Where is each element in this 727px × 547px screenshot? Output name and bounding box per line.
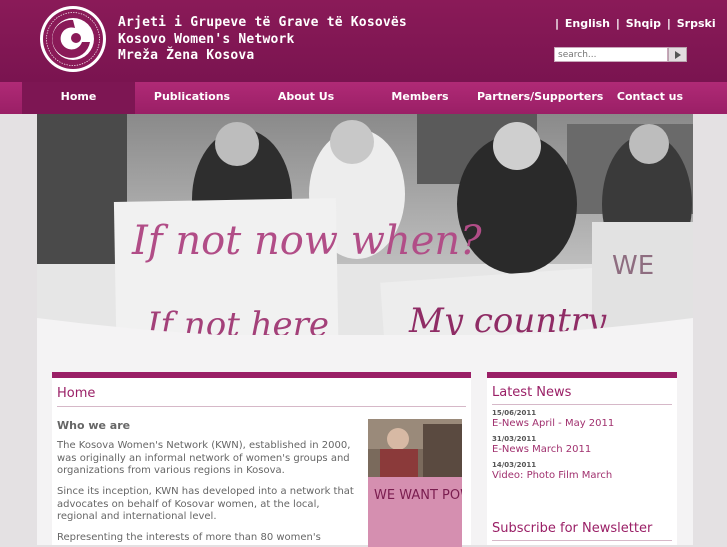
news-link[interactable]: E-News April - May 2011 bbox=[492, 418, 614, 429]
news-date: 15/06/2011 bbox=[492, 409, 537, 417]
news-link[interactable]: Video: Photo Film March bbox=[492, 470, 612, 481]
lang-srpski-link[interactable]: Srpski bbox=[677, 17, 716, 30]
news-divider bbox=[492, 404, 672, 405]
main-panel: Home Who we are The Kosova Women's Netwo… bbox=[52, 372, 471, 547]
main-nav: Home Publications About Us Members Partn… bbox=[0, 82, 727, 114]
intro-paragraph-2: Since its inception, KWN has developed i… bbox=[57, 486, 354, 522]
hero-banner-photo: If not now when? If not here My country … bbox=[37, 114, 693, 339]
play-arrow-icon bbox=[674, 50, 681, 59]
nav-publications[interactable]: Publications bbox=[135, 82, 249, 114]
nav-partners-supporters[interactable]: Partners/Supporters bbox=[477, 82, 603, 114]
news-date: 14/03/2011 bbox=[492, 461, 537, 469]
news-link[interactable]: E-News March 2011 bbox=[492, 444, 591, 455]
title-divider bbox=[57, 406, 466, 407]
sidebar-panel: Latest News 15/06/2011 E-News April - Ma… bbox=[487, 372, 677, 545]
title-serbian: Mreža Žena Kosova bbox=[118, 48, 255, 63]
nav-about-us[interactable]: About Us bbox=[249, 82, 363, 114]
title-english: Kosovo Women's Network bbox=[118, 31, 295, 47]
search-input[interactable] bbox=[554, 47, 668, 62]
lang-shqip-link[interactable]: Shqip bbox=[626, 17, 661, 30]
nav-home[interactable]: Home bbox=[22, 82, 135, 114]
news-date: 31/03/2011 bbox=[492, 435, 537, 443]
site-header: Arjeti i Grupeve të Grave të Kosovës Kos… bbox=[0, 0, 727, 82]
section-subheading: Who we are bbox=[57, 419, 131, 432]
page-title: Home bbox=[57, 386, 96, 401]
title-albanian: Arjeti i Grupeve të Grave të Kosovës bbox=[118, 15, 407, 30]
protest-photo: If not now when? If not here My country … bbox=[37, 114, 693, 339]
newsletter-divider bbox=[492, 540, 672, 541]
nav-contact-us[interactable]: Contact us bbox=[593, 82, 707, 114]
kwn-logo[interactable] bbox=[38, 4, 108, 74]
sign-text-far: WE bbox=[612, 251, 654, 281]
intro-paragraph-3: Representing the interests of more than … bbox=[57, 532, 321, 543]
language-switcher: | English | Shqip | Srpski bbox=[555, 17, 716, 30]
photo-sign-text: WE WANT POWER bbox=[374, 488, 462, 503]
sign-text-left: If not now when? bbox=[131, 218, 482, 264]
search-button[interactable] bbox=[668, 47, 687, 62]
latest-news-heading: Latest News bbox=[492, 385, 572, 400]
lang-english-link[interactable]: English bbox=[565, 17, 610, 30]
protest-side-photo: WE WANT POWER bbox=[368, 419, 462, 547]
intro-paragraph-1: The Kosova Women's Network (KWN), establ… bbox=[57, 440, 351, 476]
site-title: Arjeti i Grupeve të Grave të Kosovës Kos… bbox=[118, 15, 407, 65]
newsletter-heading: Subscribe for Newsletter bbox=[492, 521, 653, 536]
nav-members[interactable]: Members bbox=[363, 82, 477, 114]
